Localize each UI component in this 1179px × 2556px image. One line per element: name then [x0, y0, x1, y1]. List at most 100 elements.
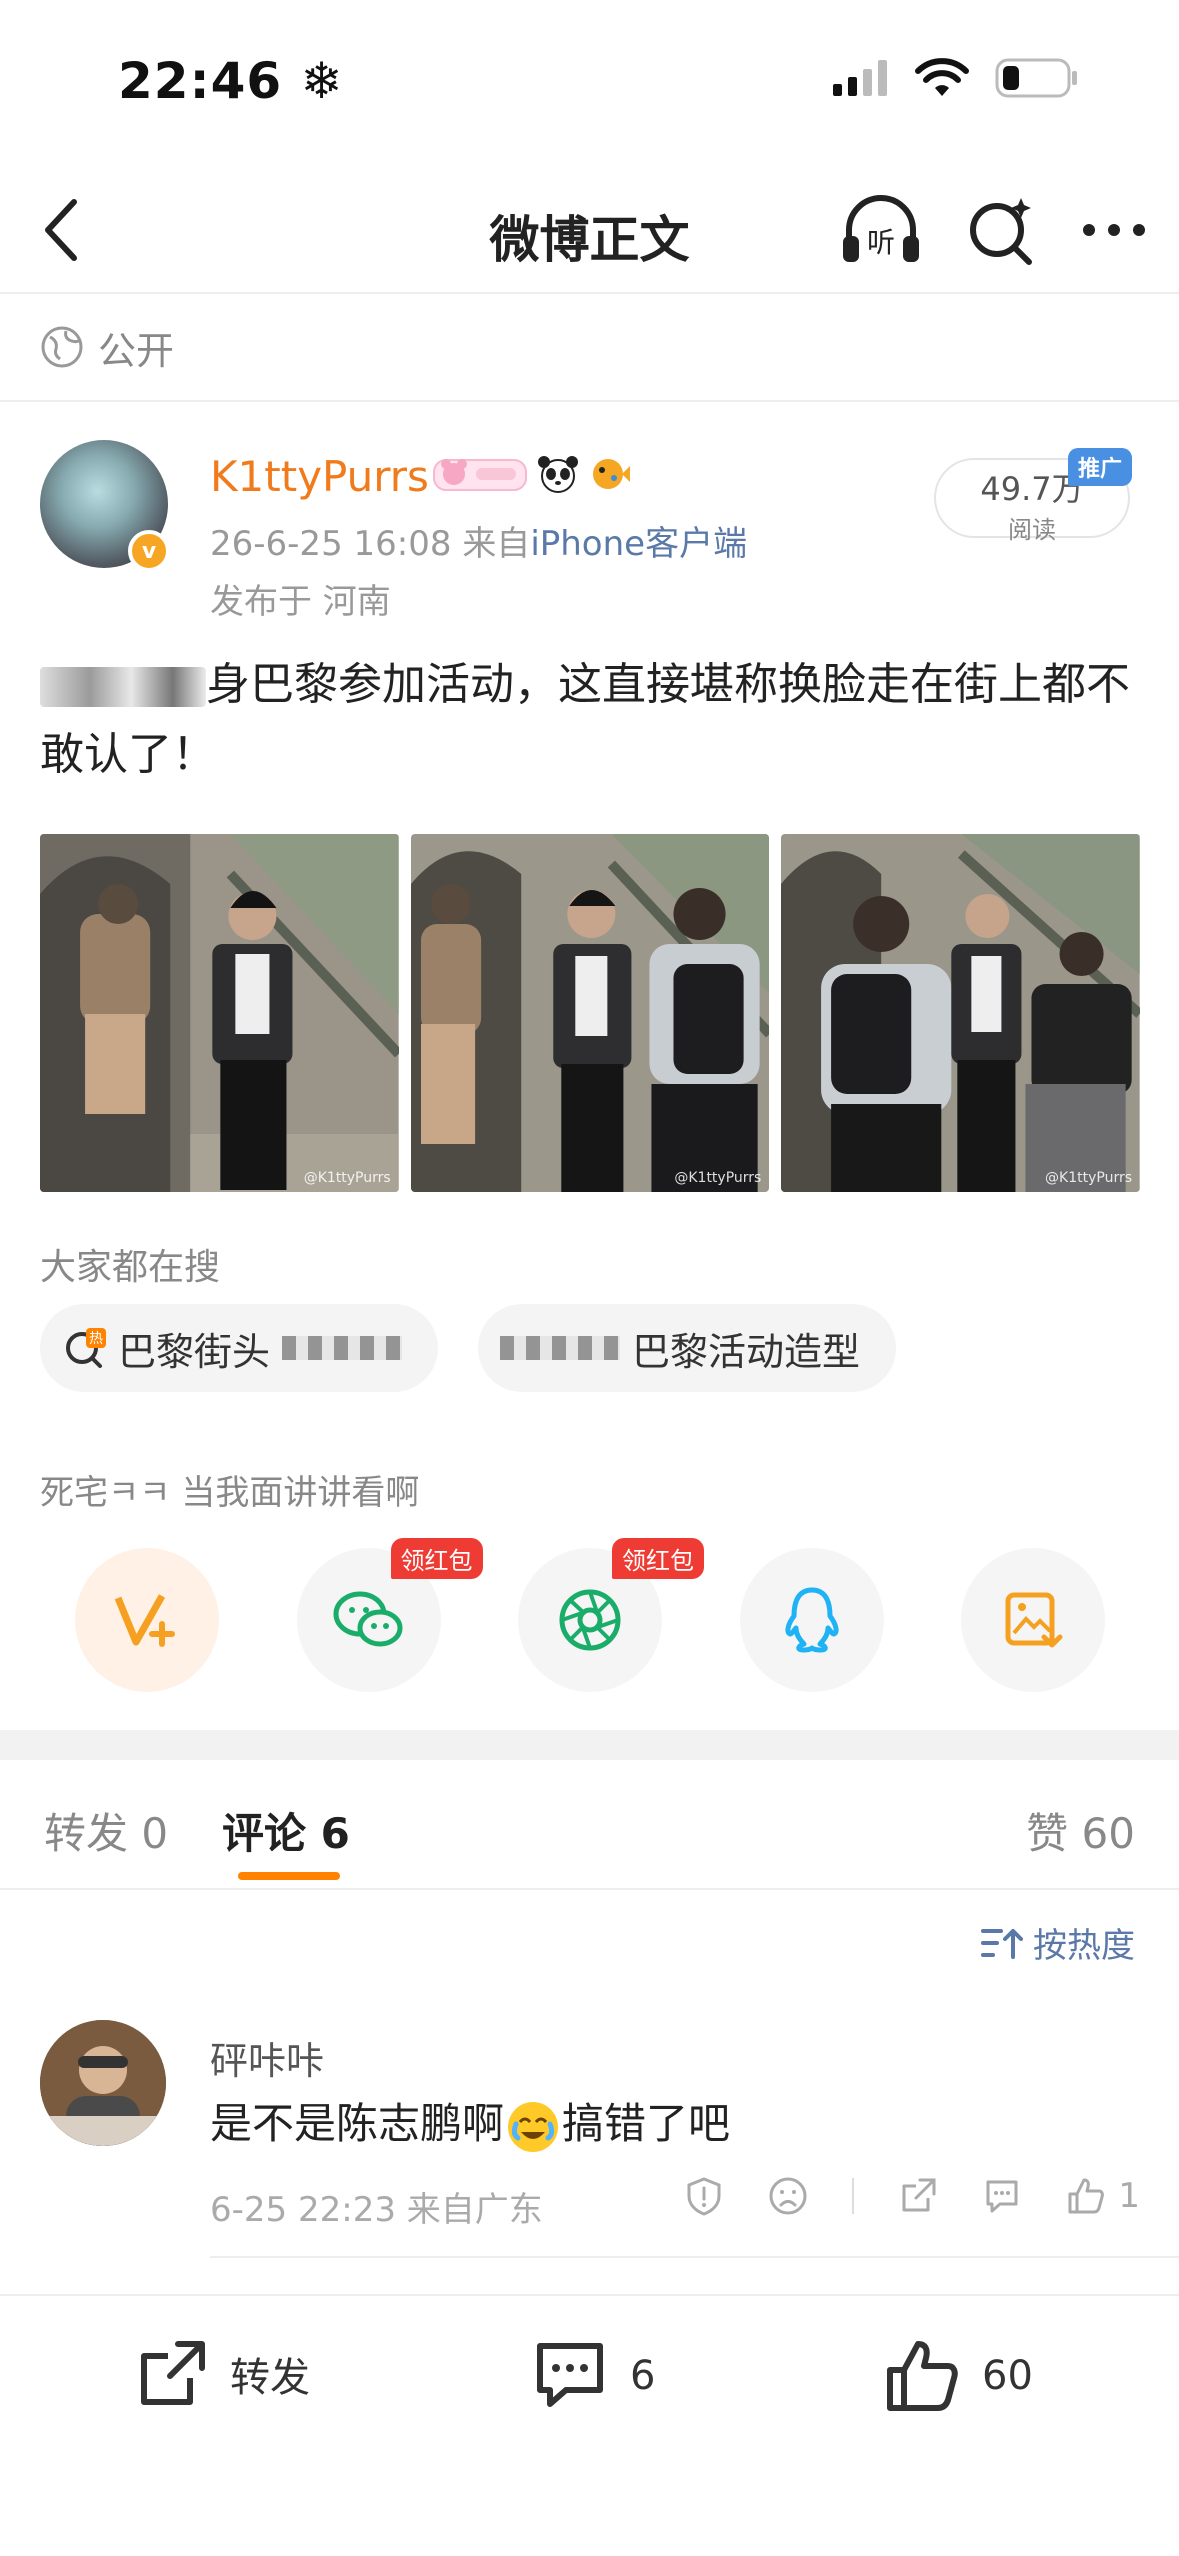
- section-divider: [0, 1730, 1179, 1760]
- redacted-text: [282, 1336, 403, 1360]
- tab-reposts-count: 0: [141, 1809, 169, 1858]
- share-row: 领红包 领红包: [75, 1538, 1105, 1692]
- tab-likes-count: 60: [1081, 1809, 1135, 1858]
- comment-like-button[interactable]: 1: [1066, 2176, 1140, 2216]
- photo-image: [410, 834, 770, 1192]
- photo-watermark: @K1ttyPurrs: [674, 1170, 762, 1186]
- redacted-text: [500, 1336, 621, 1360]
- tab-likes[interactable]: 赞 60: [1026, 1800, 1135, 1861]
- interaction-tabs: 转发 0 评论 6 赞 60: [0, 1760, 1179, 1890]
- save-image-button[interactable]: [961, 1548, 1105, 1692]
- snowflake-icon: ❄: [300, 52, 344, 110]
- thumbs-up-icon: [1068, 2178, 1105, 2214]
- comment-like-count: 1: [1118, 2176, 1140, 2216]
- read-count-badge: 49.7万 阅读 推广: [934, 448, 1132, 544]
- red-packet-tag: 领红包: [612, 1538, 704, 1579]
- post-photo[interactable]: @K1ttyPurrs: [40, 834, 399, 1192]
- trending-chip[interactable]: 巴黎活动造型: [478, 1304, 897, 1392]
- post-photo[interactable]: @K1ttyPurrs: [781, 834, 1141, 1192]
- wechat-icon: [333, 1591, 402, 1647]
- author-name[interactable]: K1ttyPurrs: [210, 452, 429, 501]
- post-meta: 26-6-25 16:08 来自iPhone客户端: [210, 516, 747, 565]
- post-photo[interactable]: @K1ttyPurrs: [410, 834, 770, 1192]
- comment-text-part: 搞错了吧: [562, 2099, 731, 2148]
- listen-headphones-icon[interactable]: 听: [839, 190, 923, 270]
- post-text: 身巴黎参加活动，这直接堪称换脸走在街上都不敢认了！: [40, 650, 1140, 790]
- pufferfish-icon: [593, 459, 630, 489]
- battery-icon: [995, 58, 1077, 98]
- commenter-name[interactable]: 砰咔咔: [210, 2030, 324, 2085]
- trending-chips: 热 巴黎街头 巴黎活动造型: [40, 1304, 897, 1392]
- comment-actions: 1: [684, 2176, 1140, 2216]
- trending-chip-label: 巴黎街头: [118, 1329, 271, 1374]
- hot-search-icon: 热: [66, 1328, 106, 1368]
- trending-label: 大家都在搜: [40, 1247, 221, 1288]
- wifi-icon: [915, 58, 969, 96]
- trending-chip[interactable]: 热 巴黎街头: [40, 1304, 439, 1392]
- weibo-v-plus-icon: [114, 1594, 175, 1647]
- comment-divider: [210, 2256, 1179, 2258]
- share-wechat-button[interactable]: 领红包: [296, 1538, 483, 1692]
- comment-item: 砰咔咔 是不是陈志鹏啊 搞错了吧 6-25 22:23 来自广东 1: [40, 2020, 1140, 2270]
- avatar-image: [40, 2020, 166, 2146]
- bottom-repost-button[interactable]: 转发: [134, 2336, 310, 2412]
- bottom-comment-button[interactable]: 6: [530, 2336, 655, 2416]
- post-timestamp: 26-6-25 16:08: [210, 524, 452, 564]
- post-location: 发布于 河南: [210, 582, 391, 622]
- report-icon[interactable]: [684, 2176, 724, 2216]
- dislike-face-icon[interactable]: [768, 2176, 808, 2216]
- qq-icon: [784, 1587, 839, 1653]
- laugh-cry-emoji-icon: [508, 2101, 559, 2152]
- bottom-repost-label: 转发: [230, 2355, 310, 2401]
- tab-comments[interactable]: 评论 6: [222, 1800, 350, 1861]
- commenter-avatar[interactable]: [40, 2020, 166, 2146]
- tab-reposts[interactable]: 转发 0: [44, 1800, 168, 1861]
- promo-tag: 推广: [1067, 448, 1132, 486]
- redacted-text: [40, 667, 206, 707]
- status-icons: [833, 58, 1079, 98]
- panda-icon: [538, 456, 578, 493]
- cellular-signal-icon: [833, 60, 887, 96]
- tab-comments-label: 评论: [222, 1809, 307, 1858]
- share-icon[interactable]: [898, 2176, 938, 2216]
- tab-likes-label: 赞: [1026, 1809, 1069, 1858]
- bottom-like-button[interactable]: 60: [882, 2336, 1033, 2416]
- post-source[interactable]: iPhone客户端: [530, 524, 747, 564]
- verified-badge-icon: v: [128, 530, 170, 572]
- search-icon[interactable]: [963, 190, 1039, 270]
- nav-actions: 听: [839, 190, 1149, 270]
- moments-icon: [559, 1589, 621, 1651]
- comment-icon: [537, 2343, 603, 2407]
- photo-watermark: @K1ttyPurrs: [303, 1170, 391, 1186]
- bottom-action-bar: 转发 6 60: [0, 2294, 1179, 2556]
- sort-by-hot-button[interactable]: 按热度: [981, 1918, 1135, 1967]
- photo-image: [781, 834, 1141, 1192]
- active-tab-indicator: [238, 1872, 340, 1880]
- svg-text:热: 热: [89, 1331, 103, 1347]
- share-qq-button[interactable]: [739, 1548, 884, 1692]
- more-icon[interactable]: [1079, 190, 1149, 270]
- photo-image: [40, 834, 399, 1192]
- share-prompt: 死宅ㅋㅋ 当我面讲讲看啊: [40, 1473, 420, 1513]
- repost-icon: [141, 2341, 205, 2405]
- save-image-icon: [1005, 1592, 1063, 1648]
- bottom-like-count: 60: [982, 2353, 1033, 2399]
- sort-label: 按热度: [1033, 1926, 1135, 1966]
- pink-bear-badge-icon: [433, 459, 527, 491]
- red-packet-tag: 领红包: [390, 1538, 483, 1579]
- reply-icon[interactable]: [982, 2176, 1022, 2216]
- photo-grid: @K1ttyPurrs @K1ttyPurrs @K1ttyPurrs: [40, 834, 1141, 1192]
- share-repost-button[interactable]: [75, 1548, 219, 1692]
- thumbs-up-icon: [887, 2341, 958, 2411]
- tab-comments-count: 6: [320, 1809, 350, 1858]
- comment-text: 是不是陈志鹏啊 搞错了吧: [210, 2090, 730, 2152]
- share-moments-button[interactable]: 领红包: [518, 1538, 704, 1692]
- post-source-prefix: 来自: [462, 524, 531, 564]
- nav-bar: 微博正文 听: [0, 170, 1179, 290]
- trending-chip-label: 巴黎活动造型: [632, 1329, 861, 1374]
- sort-icon: [981, 1928, 1023, 1959]
- globe-icon: [41, 326, 83, 368]
- svg-text:听: 听: [867, 226, 895, 259]
- name-badges: [432, 454, 632, 494]
- comment-text-part: 是不是陈志鹏啊: [210, 2099, 505, 2148]
